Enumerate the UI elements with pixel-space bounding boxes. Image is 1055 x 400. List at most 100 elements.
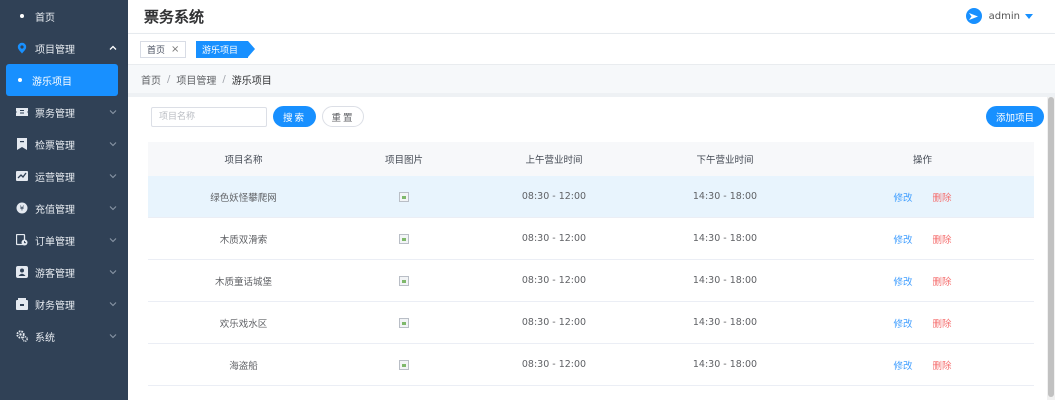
tag-label: 首页	[147, 46, 166, 56]
table-row[interactable]: 欢乐戏水区 08:30 - 12:00 14:30 - 18:00 修改 删除	[148, 302, 1034, 344]
am-hours-cell: 08:30 - 12:00	[521, 233, 587, 244]
project-name-cell: 绿色妖怪攀爬网	[210, 192, 277, 204]
edit-link[interactable]: 修改	[893, 361, 912, 372]
column-header: 上午营业时间	[525, 155, 583, 166]
project-name-cell: 海盗船	[229, 360, 258, 372]
pm-hours-cell: 14:30 - 18:00	[692, 317, 758, 328]
sidebar-item-recharge-management[interactable]: ¥ 充值管理	[0, 192, 128, 224]
sidebar-item-visitor-management[interactable]: 游客管理	[0, 256, 128, 288]
am-hours-cell: 08:30 - 12:00	[521, 191, 587, 202]
actions-cell: 修改 删除	[811, 316, 1034, 330]
broken-image-icon	[399, 191, 409, 202]
caret-down-icon[interactable]	[1025, 13, 1033, 19]
order-icon	[16, 234, 28, 246]
app-title: 票务系统	[144, 8, 205, 26]
table-row[interactable]: 木质双滑索 08:30 - 12:00 14:30 - 18:00 修改 删除	[148, 218, 1034, 260]
add-project-button[interactable]: 添加项目	[986, 106, 1044, 127]
pm-hours-cell: 14:30 - 18:00	[692, 233, 758, 244]
tag-amusement-active[interactable]: 游乐项目	[196, 41, 256, 58]
top-header: 票务系统 admin	[128, 0, 1055, 34]
sidebar-item-check-management[interactable]: 检票管理	[0, 128, 128, 160]
sidebar-item-label: 项目管理	[35, 44, 75, 56]
edit-link[interactable]: 修改	[893, 235, 912, 246]
pin-icon	[16, 42, 28, 54]
ops-icon	[16, 170, 28, 182]
dot-icon	[18, 78, 22, 82]
sidebar-item-order-management[interactable]: 订单管理	[0, 224, 128, 256]
chevron-up-icon	[108, 43, 118, 53]
sidebar-item-label: 财务管理	[35, 300, 75, 312]
project-image-cell	[339, 233, 469, 244]
table-row[interactable]: 绿色妖怪攀爬网 08:30 - 12:00 14:30 - 18:00 修改 删除	[148, 176, 1034, 218]
gear-icon	[16, 330, 28, 342]
project-name-cell: 木质童话城堡	[214, 276, 272, 288]
table-row[interactable]: 木质童话城堡 08:30 - 12:00 14:30 - 18:00 修改 删除	[148, 260, 1034, 302]
delete-link[interactable]: 删除	[933, 277, 952, 288]
sidebar-item-home[interactable]: 首页	[0, 0, 128, 32]
am-hours-cell: 08:30 - 12:00	[521, 317, 587, 328]
breadcrumb-separator: /	[167, 73, 171, 85]
sidebar-item-label: 订单管理	[35, 236, 75, 248]
delete-link[interactable]: 删除	[933, 235, 952, 246]
sidebar-item-label: 充值管理	[35, 204, 75, 216]
avatar[interactable]	[965, 8, 982, 24]
chevron-down-icon	[108, 139, 118, 149]
sidebar-item-label: 检票管理	[35, 140, 75, 152]
sidebar-item-label: 票务管理	[35, 108, 75, 120]
breadcrumb-home[interactable]: 首页	[141, 72, 161, 87]
close-icon[interactable]: ×	[171, 44, 179, 55]
pm-hours-cell: 14:30 - 18:00	[692, 191, 758, 202]
reset-button[interactable]: 重置	[322, 106, 364, 127]
ticket-icon	[16, 106, 28, 118]
actions-cell: 修改 删除	[811, 190, 1034, 204]
project-image-cell	[339, 359, 469, 370]
table-row[interactable]: 海盗船 08:30 - 12:00 14:30 - 18:00 修改 删除	[148, 344, 1034, 386]
breadcrumb-parent[interactable]: 项目管理	[176, 72, 216, 87]
sidebar-subitem-label: 游乐项目	[32, 76, 72, 88]
pm-hours-cell: 14:30 - 18:00	[692, 275, 758, 286]
sidebar: 首页 项目管理 游乐项目 票务管理 检票管理 运营管理 ¥ 充值管理 订单管理 …	[0, 0, 128, 400]
project-image-cell	[339, 275, 469, 286]
pm-hours-cell: 14:30 - 18:00	[692, 359, 758, 370]
sidebar-item-project-management[interactable]: 项目管理	[0, 32, 128, 64]
search-button[interactable]: 搜索	[273, 106, 316, 127]
chevron-down-icon	[108, 267, 118, 277]
chevron-down-icon	[108, 107, 118, 117]
tag-home[interactable]: 首页 ×	[140, 41, 187, 58]
wallet-icon	[16, 298, 28, 310]
user-menu[interactable]: admin	[965, 8, 1033, 24]
username[interactable]: admin	[989, 11, 1020, 22]
project-image-cell	[339, 191, 469, 202]
tags-view: 首页 × 游乐项目	[128, 34, 1055, 65]
delete-link[interactable]: 删除	[933, 361, 952, 372]
sidebar-subitem-amusement[interactable]: 游乐项目	[6, 64, 118, 96]
project-name-cell: 木质双滑索	[219, 234, 268, 246]
sidebar-item-ops-management[interactable]: 运营管理	[0, 160, 128, 192]
edit-link[interactable]: 修改	[893, 277, 912, 288]
table-header: 项目名称 项目图片 上午营业时间 下午营业时间 操作	[148, 142, 1034, 176]
edit-link[interactable]: 修改	[893, 319, 912, 330]
breadcrumb: 首页 / 项目管理 / 游乐项目	[128, 65, 1055, 93]
vertical-scrollbar[interactable]	[1047, 97, 1055, 400]
column-header: 项目名称	[224, 155, 263, 166]
delete-link[interactable]: 删除	[933, 319, 952, 330]
chevron-down-icon	[108, 203, 118, 213]
user-icon	[16, 266, 28, 278]
project-name-cell: 欢乐戏水区	[219, 318, 268, 330]
sidebar-item-ticket-management[interactable]: 票务管理	[0, 96, 128, 128]
delete-link[interactable]: 删除	[933, 193, 952, 204]
broken-image-icon	[399, 317, 409, 328]
edit-link[interactable]: 修改	[893, 193, 912, 204]
broken-image-icon	[399, 359, 409, 370]
actions-cell: 修改 删除	[811, 274, 1034, 288]
scrollbar-thumb[interactable]	[1048, 97, 1054, 397]
check-icon	[16, 138, 28, 150]
am-hours-cell: 08:30 - 12:00	[521, 275, 587, 286]
sidebar-item-system[interactable]: 系统	[0, 320, 128, 352]
project-name-search-input[interactable]	[151, 107, 267, 127]
actions-cell: 修改 删除	[811, 358, 1034, 372]
column-header: 项目图片	[384, 155, 423, 166]
actions-cell: 修改 删除	[811, 232, 1034, 246]
breadcrumb-current: 游乐项目	[231, 75, 272, 87]
sidebar-item-finance-management[interactable]: 财务管理	[0, 288, 128, 320]
